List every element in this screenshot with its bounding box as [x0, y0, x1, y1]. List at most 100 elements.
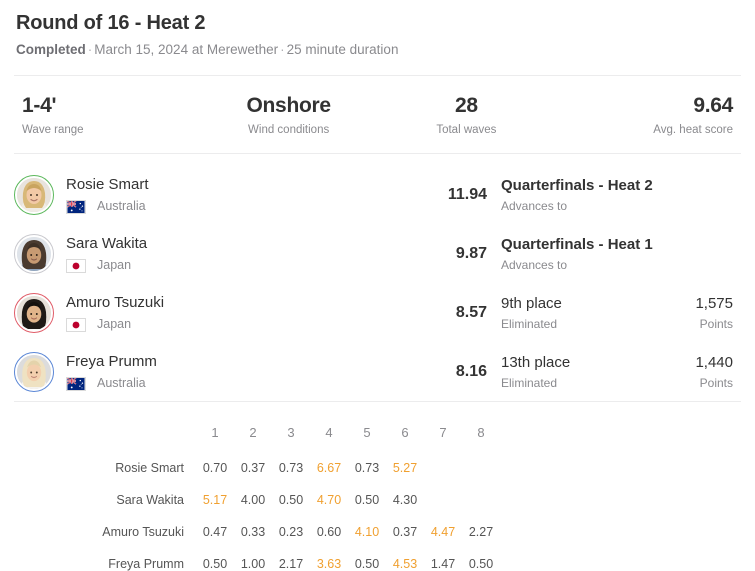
- athlete-nation: Japan: [66, 258, 147, 273]
- stat-label: Total waves: [436, 124, 497, 136]
- wave-score: 0.23: [278, 525, 304, 539]
- result-placement: 13th place: [501, 353, 571, 371]
- nation-label: Japan: [97, 258, 132, 272]
- wave-score-counted: 5.27: [392, 461, 418, 475]
- page-title: Round of 16 - Heat 2: [16, 12, 206, 34]
- result-status: Advances to: [501, 198, 568, 213]
- result-status: Eliminated: [501, 375, 558, 390]
- wave-column-header: 6: [401, 425, 409, 440]
- table-row[interactable]: Freya Prumm Australia 8.16 13th place El…: [14, 342, 741, 401]
- athlete-result: 9.87 Quarterfinals - Heat 1 Advances to: [415, 224, 741, 283]
- stat-wind-conditions: Onshore Wind conditions: [200, 93, 378, 137]
- result-destination: Quarterfinals - Heat 1: [501, 235, 653, 253]
- athlete-name: Amuro Tsuzuki: [66, 294, 165, 311]
- japan-flag-icon: [66, 258, 86, 273]
- stat-label: Wave range: [22, 124, 84, 136]
- wave-row-spacer: [500, 484, 741, 516]
- wave-score: 0.50: [354, 557, 380, 571]
- wave-score: 2.27: [468, 525, 494, 539]
- stat-value: Onshore: [246, 94, 332, 117]
- wave-score: 2.17: [278, 557, 304, 571]
- points-label: Points: [699, 316, 733, 331]
- wave-column-header: 1: [211, 425, 219, 440]
- japan-flag-icon: [66, 317, 86, 332]
- wave-score: 4.30: [392, 493, 418, 507]
- heat-stats-row: 1-4' Wave range Onshore Wind conditions …: [0, 76, 755, 153]
- points-block: 1,440 Points: [665, 353, 741, 391]
- wave-column-header: 4: [325, 425, 333, 440]
- avatar: [14, 351, 54, 392]
- result-status: Eliminated: [501, 316, 558, 331]
- divider-above-wave-table: [14, 401, 741, 402]
- wave-score: 0.37: [240, 461, 266, 475]
- points-label: Points: [699, 375, 733, 390]
- athlete-list: Rosie Smart Australia 11.94 Quarterfinal…: [0, 165, 755, 401]
- result-block: Quarterfinals - Heat 2 Advances to: [487, 176, 665, 214]
- wave-table-header-row: 1 2 3 4 5 6 7 8: [14, 415, 741, 452]
- stat-value: 28: [454, 94, 478, 117]
- wave-score: 0.47: [202, 525, 228, 539]
- stat-value: 9.64: [693, 94, 733, 117]
- athlete-info: Rosie Smart Australia: [66, 175, 149, 214]
- result-block: Quarterfinals - Heat 1 Advances to: [487, 235, 665, 273]
- wave-score: 0.50: [468, 557, 494, 571]
- nation-label: Australia: [97, 376, 146, 390]
- points-value: 1,575: [695, 294, 733, 312]
- heat-score: 8.57: [455, 303, 487, 321]
- table-row[interactable]: Amuro Tsuzuki Japan 8.57 9th place Elimi…: [14, 283, 741, 342]
- wave-table-row: Sara Wakita 5.17 4.00 0.50 4.70 0.50 4.3…: [14, 484, 741, 516]
- table-row[interactable]: Sara Wakita Japan 9.87 Quarterfinals - H…: [14, 224, 741, 283]
- wave-row-spacer: [500, 452, 741, 484]
- heat-score: 11.94: [447, 185, 487, 203]
- heat-score: 9.87: [455, 244, 487, 262]
- wave-score: [462, 452, 500, 484]
- wave-score: 0.37: [392, 525, 418, 539]
- wave-score-counted: 6.67: [316, 461, 342, 475]
- table-row[interactable]: Rosie Smart Australia 11.94 Quarterfinal…: [14, 165, 741, 224]
- avatar: [14, 292, 54, 333]
- wave-score: 0.33: [240, 525, 266, 539]
- wave-score-table: 1 2 3 4 5 6 7 8 Rosie Smart 0.70 0.37 0.…: [0, 415, 755, 571]
- heat-date-location: March 15, 2024 at Merewether: [94, 42, 279, 57]
- athlete-result: 11.94 Quarterfinals - Heat 2 Advances to: [415, 165, 741, 224]
- jersey-ring: [14, 292, 54, 333]
- wave-table-spacer: [500, 415, 741, 452]
- wave-row-athlete: Sara Wakita: [116, 493, 184, 507]
- athlete-result: 8.57 9th place Eliminated 1,575 Points: [415, 283, 741, 342]
- points-value: 1,440: [695, 353, 733, 371]
- wave-score-counted: 4.70: [316, 493, 342, 507]
- athlete-name: Rosie Smart: [66, 176, 149, 193]
- wave-score: [424, 484, 462, 516]
- wave-table-row: Freya Prumm 0.50 1.00 2.17 3.63 0.50 4.5…: [14, 548, 741, 571]
- result-block: 13th place Eliminated: [487, 353, 665, 391]
- athlete-info: Amuro Tsuzuki Japan: [66, 293, 164, 332]
- stat-avg-heat-score: 9.64 Avg. heat score: [555, 93, 741, 137]
- wave-score: 4.00: [240, 493, 266, 507]
- wave-score-counted: 4.47: [430, 525, 456, 539]
- result-block: 9th place Eliminated: [487, 294, 665, 332]
- wave-score: 0.60: [316, 525, 342, 539]
- australia-flag-icon: [66, 376, 86, 391]
- wave-score: [462, 484, 500, 516]
- wave-score: 1.47: [430, 557, 456, 571]
- wave-table-row: Amuro Tsuzuki 0.47 0.33 0.23 0.60 4.10 0…: [14, 516, 741, 548]
- athlete-info: Sara Wakita Japan: [66, 234, 147, 273]
- wave-score: 0.73: [278, 461, 304, 475]
- meta-separator-1: ·: [87, 42, 93, 57]
- wave-table-row: Rosie Smart 0.70 0.37 0.73 6.67 0.73 5.2…: [14, 452, 741, 484]
- heat-meta: Completed · March 15, 2024 at Merewether · 2…: [16, 41, 739, 59]
- wave-score: 1.00: [240, 557, 266, 571]
- wave-column-header: 8: [477, 425, 485, 440]
- heat-header: Round of 16 - Heat 2 Completed · March 15,…: [0, 0, 755, 59]
- jersey-ring: [14, 351, 54, 392]
- stat-wave-range: 1-4' Wave range: [14, 93, 200, 137]
- wave-row-athlete: Amuro Tsuzuki: [102, 525, 184, 539]
- jersey-ring: [14, 233, 54, 274]
- wave-column-header: 2: [249, 425, 257, 440]
- athlete-result: 8.16 13th place Eliminated 1,440 Points: [415, 342, 741, 401]
- result-status: Advances to: [501, 257, 568, 272]
- nation-label: Australia: [97, 199, 146, 213]
- wave-score-counted: 4.10: [354, 525, 380, 539]
- points-block: 1,575 Points: [665, 294, 741, 332]
- wave-score: 0.50: [202, 557, 228, 571]
